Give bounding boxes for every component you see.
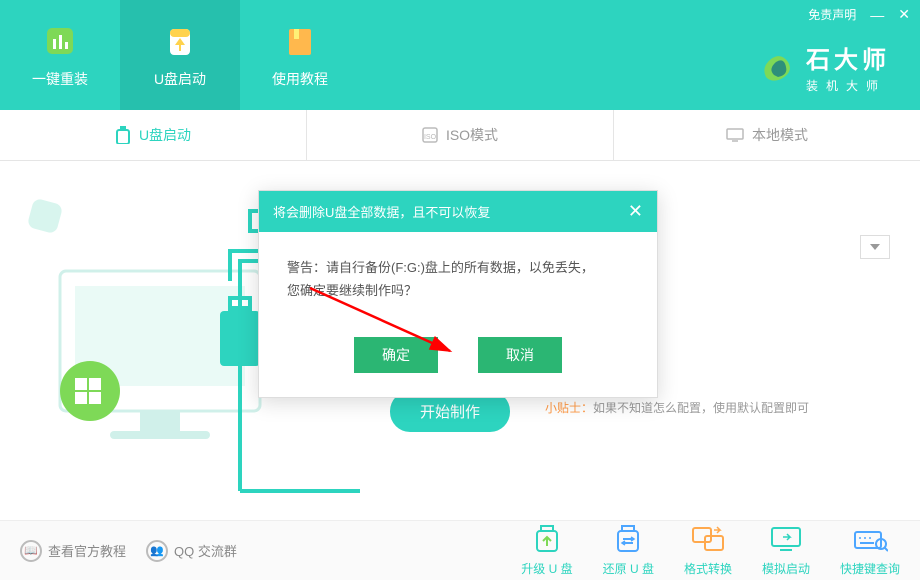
warning-line1: 警告：请自行备份(F:G:)盘上的所有数据，以免丢失， xyxy=(287,256,629,279)
modal-body: 警告：请自行备份(F:G:)盘上的所有数据，以免丢失， 您确定要继续制作吗？ xyxy=(259,232,657,327)
confirm-modal: 将会删除U盘全部数据，且不可以恢复 ✕ 警告：请自行备份(F:G:)盘上的所有数… xyxy=(258,190,658,398)
modal-header: 将会删除U盘全部数据，且不可以恢复 ✕ xyxy=(259,191,657,232)
modal-close-button[interactable]: ✕ xyxy=(628,201,643,222)
confirm-button[interactable]: 确定 xyxy=(354,337,438,373)
warning-line2: 您确定要继续制作吗？ xyxy=(287,279,629,302)
modal-overlay: 将会删除U盘全部数据，且不可以恢复 ✕ 警告：请自行备份(F:G:)盘上的所有数… xyxy=(0,0,920,580)
cancel-button[interactable]: 取消 xyxy=(478,337,562,373)
modal-title: 将会删除U盘全部数据，且不可以恢复 xyxy=(273,202,490,221)
